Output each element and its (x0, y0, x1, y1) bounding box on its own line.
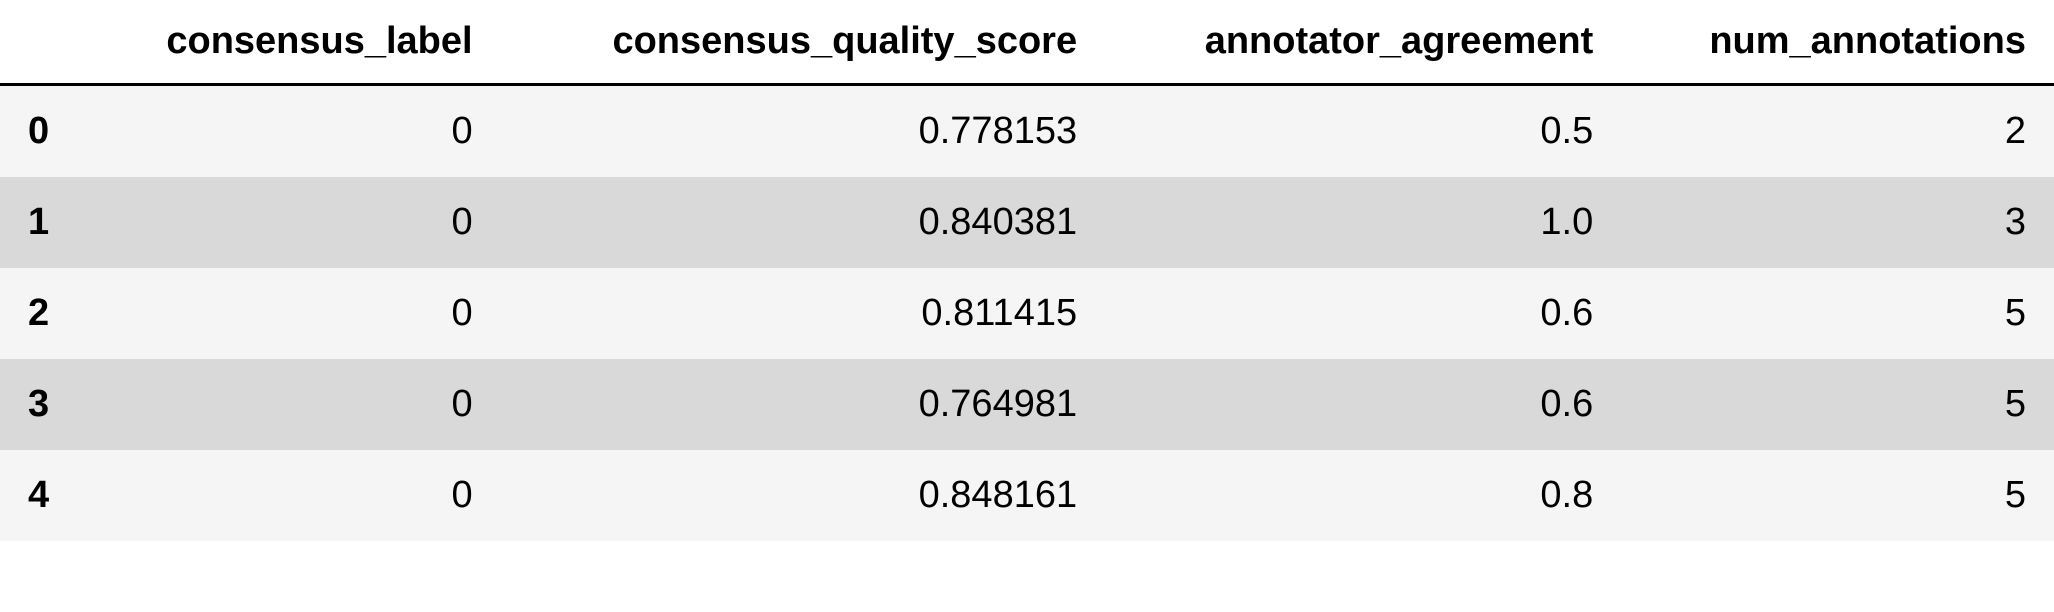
cell-consensus-label: 0 (80, 268, 501, 359)
cell-consensus-label: 0 (80, 450, 501, 541)
cell-num-annotations: 2 (1621, 85, 2054, 178)
header-consensus-label: consensus_label (80, 0, 501, 85)
row-index: 1 (0, 177, 80, 268)
header-row: consensus_label consensus_quality_score … (0, 0, 2054, 85)
header-annotator-agreement: annotator_agreement (1105, 0, 1621, 85)
cell-annotator-agreement: 0.5 (1105, 85, 1621, 178)
cell-consensus-quality-score: 0.811415 (501, 268, 1106, 359)
cell-annotator-agreement: 1.0 (1105, 177, 1621, 268)
cell-annotator-agreement: 0.6 (1105, 359, 1621, 450)
data-table: consensus_label consensus_quality_score … (0, 0, 2054, 541)
cell-annotator-agreement: 0.8 (1105, 450, 1621, 541)
cell-annotator-agreement: 0.6 (1105, 268, 1621, 359)
cell-consensus-quality-score: 0.840381 (501, 177, 1106, 268)
row-index: 0 (0, 85, 80, 178)
header-num-annotations: num_annotations (1621, 0, 2054, 85)
header-index (0, 0, 80, 85)
cell-consensus-quality-score: 0.764981 (501, 359, 1106, 450)
table-row: 1 0 0.840381 1.0 3 (0, 177, 2054, 268)
cell-consensus-quality-score: 0.778153 (501, 85, 1106, 178)
cell-num-annotations: 5 (1621, 359, 2054, 450)
table-header: consensus_label consensus_quality_score … (0, 0, 2054, 85)
row-index: 3 (0, 359, 80, 450)
cell-consensus-label: 0 (80, 177, 501, 268)
row-index: 4 (0, 450, 80, 541)
table-row: 3 0 0.764981 0.6 5 (0, 359, 2054, 450)
cell-num-annotations: 5 (1621, 450, 2054, 541)
row-index: 2 (0, 268, 80, 359)
table-row: 2 0 0.811415 0.6 5 (0, 268, 2054, 359)
cell-num-annotations: 5 (1621, 268, 2054, 359)
table-row: 0 0 0.778153 0.5 2 (0, 85, 2054, 178)
cell-num-annotations: 3 (1621, 177, 2054, 268)
header-consensus-quality-score: consensus_quality_score (501, 0, 1106, 85)
table-row: 4 0 0.848161 0.8 5 (0, 450, 2054, 541)
cell-consensus-label: 0 (80, 359, 501, 450)
cell-consensus-quality-score: 0.848161 (501, 450, 1106, 541)
table-body: 0 0 0.778153 0.5 2 1 0 0.840381 1.0 3 2 … (0, 85, 2054, 542)
cell-consensus-label: 0 (80, 85, 501, 178)
